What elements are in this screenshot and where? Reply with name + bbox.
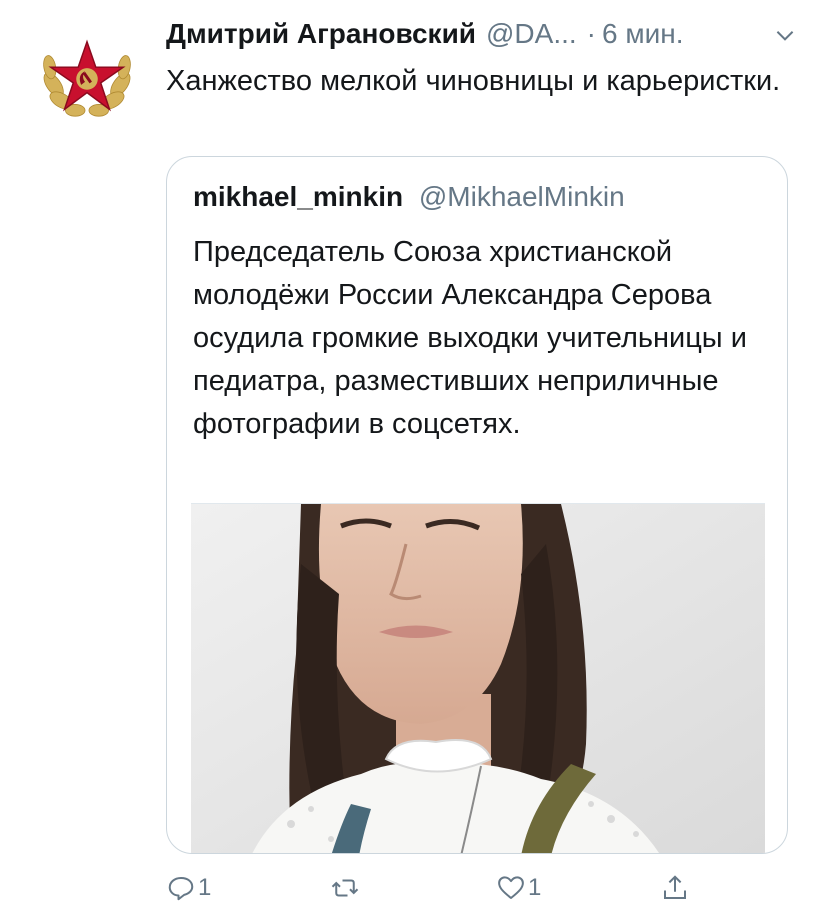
reply-icon (168, 877, 194, 901)
avatar[interactable] (38, 28, 136, 126)
portrait-photo (191, 504, 765, 853)
quoted-tweet[interactable]: mikhael_minkin @MikhaelMinkin Председате… (166, 156, 788, 854)
heart-icon (498, 876, 524, 899)
quote-photo[interactable] (191, 503, 765, 853)
soviet-star-cockade-icon (43, 39, 131, 117)
tweet-text: Ханжество мелкой чиновницы и карьеристки… (166, 65, 781, 97)
author-handle[interactable]: @DA... (486, 18, 577, 50)
like-button[interactable]: 1 (496, 866, 541, 910)
quote-text: Председатель Союза христианской молодёжи… (193, 236, 747, 440)
quote-author-name: mikhael_minkin (193, 181, 404, 212)
reply-button[interactable]: 1 (166, 866, 211, 910)
tweet-actions: 1 1 (166, 866, 726, 910)
reply-count: 1 (198, 874, 212, 901)
separator-dot: · (586, 18, 596, 49)
author-name[interactable]: Дмитрий Аграновский (166, 18, 476, 50)
like-count: 1 (528, 874, 542, 901)
tweet-header: Дмитрий Аграновский @DA... · 6 мин. (166, 14, 806, 54)
share-icon (664, 875, 686, 899)
timestamp[interactable]: 6 мин. (602, 18, 683, 50)
retweet-icon (331, 879, 359, 897)
tweet[interactable]: Дмитрий Аграновский @DA... · 6 мин. Ханж… (0, 0, 828, 924)
share-button[interactable] (660, 866, 690, 910)
chevron-down-icon[interactable] (772, 22, 798, 48)
quote-author-handle: @MikhaelMinkin (418, 181, 625, 212)
quote-header: mikhael_minkin @MikhaelMinkin (193, 181, 625, 213)
retweet-button[interactable] (330, 866, 362, 910)
